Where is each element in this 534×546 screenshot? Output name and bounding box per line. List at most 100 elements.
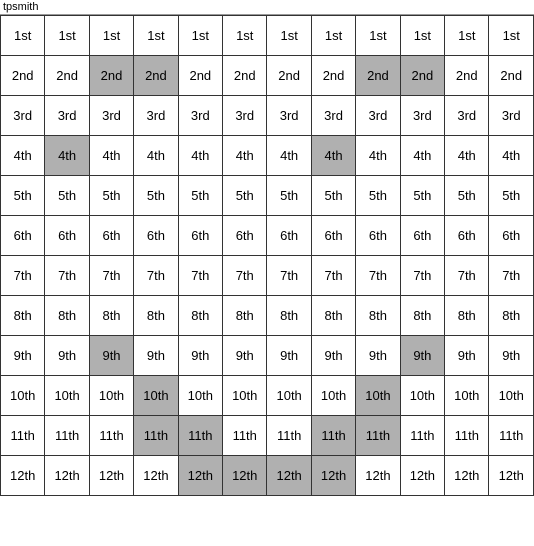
table-cell: 5th (223, 176, 267, 216)
table-cell: 8th (134, 296, 178, 336)
table-cell: 3rd (267, 96, 311, 136)
table-cell: 4th (400, 136, 444, 176)
table-cell: 4th (311, 136, 355, 176)
table-cell: 11th (356, 416, 400, 456)
table-cell: 3rd (89, 96, 133, 136)
table-cell: 7th (89, 256, 133, 296)
table-cell: 8th (400, 296, 444, 336)
table-cell: 2nd (400, 56, 444, 96)
table-cell: 2nd (89, 56, 133, 96)
table-cell: 10th (489, 376, 534, 416)
table-cell: 2nd (134, 56, 178, 96)
table-cell: 1st (45, 16, 89, 56)
table-cell: 2nd (223, 56, 267, 96)
table-cell: 8th (45, 296, 89, 336)
table-cell: 4th (1, 136, 45, 176)
table-cell: 5th (267, 176, 311, 216)
table-cell: 12th (400, 456, 444, 496)
table-cell: 10th (89, 376, 133, 416)
title-bar: tpsmith (0, 0, 534, 15)
table-cell: 7th (267, 256, 311, 296)
table-cell: 3rd (178, 96, 222, 136)
table-cell: 6th (356, 216, 400, 256)
table-cell: 7th (178, 256, 222, 296)
table-cell: 7th (445, 256, 489, 296)
table-cell: 8th (89, 296, 133, 336)
table-cell: 12th (489, 456, 534, 496)
table-cell: 2nd (445, 56, 489, 96)
table-cell: 3rd (134, 96, 178, 136)
table-cell: 11th (311, 416, 355, 456)
table-cell: 7th (223, 256, 267, 296)
table-cell: 7th (489, 256, 534, 296)
table-cell: 7th (134, 256, 178, 296)
table-cell: 1st (89, 16, 133, 56)
table-cell: 6th (89, 216, 133, 256)
table-cell: 9th (311, 336, 355, 376)
table-cell: 4th (223, 136, 267, 176)
table-cell: 12th (445, 456, 489, 496)
table-cell: 6th (223, 216, 267, 256)
table-cell: 7th (1, 256, 45, 296)
table-cell: 4th (445, 136, 489, 176)
table-cell: 12th (1, 456, 45, 496)
table-cell: 10th (134, 376, 178, 416)
table-cell: 5th (400, 176, 444, 216)
table-cell: 5th (134, 176, 178, 216)
table-cell: 12th (356, 456, 400, 496)
table-cell: 8th (445, 296, 489, 336)
table-cell: 1st (311, 16, 355, 56)
table-cell: 5th (311, 176, 355, 216)
table-cell: 7th (400, 256, 444, 296)
table-cell: 4th (489, 136, 534, 176)
table-cell: 9th (178, 336, 222, 376)
table-cell: 9th (134, 336, 178, 376)
table-cell: 3rd (223, 96, 267, 136)
table-cell: 5th (356, 176, 400, 216)
app-title: tpsmith (3, 1, 38, 13)
table-cell: 12th (311, 456, 355, 496)
table-cell: 6th (45, 216, 89, 256)
table-cell: 11th (223, 416, 267, 456)
table-cell: 10th (178, 376, 222, 416)
table-cell: 4th (178, 136, 222, 176)
table-cell: 11th (267, 416, 311, 456)
table-cell: 4th (134, 136, 178, 176)
table-cell: 11th (178, 416, 222, 456)
table-cell: 5th (1, 176, 45, 216)
table-cell: 4th (267, 136, 311, 176)
table-cell: 7th (45, 256, 89, 296)
table-cell: 10th (311, 376, 355, 416)
table-cell: 9th (89, 336, 133, 376)
table-cell: 9th (223, 336, 267, 376)
table-cell: 1st (267, 16, 311, 56)
table-cell: 5th (45, 176, 89, 216)
table-cell: 10th (223, 376, 267, 416)
table-cell: 9th (1, 336, 45, 376)
table-cell: 8th (178, 296, 222, 336)
table-cell: 11th (1, 416, 45, 456)
table-cell: 6th (400, 216, 444, 256)
table-cell: 4th (89, 136, 133, 176)
table-cell: 2nd (178, 56, 222, 96)
table-cell: 1st (489, 16, 534, 56)
table-cell: 6th (489, 216, 534, 256)
table-cell: 7th (356, 256, 400, 296)
table-cell: 5th (89, 176, 133, 216)
table-cell: 6th (1, 216, 45, 256)
table-cell: 11th (45, 416, 89, 456)
table-cell: 12th (223, 456, 267, 496)
table-cell: 2nd (267, 56, 311, 96)
table-cell: 11th (445, 416, 489, 456)
table-cell: 6th (311, 216, 355, 256)
table-cell: 6th (267, 216, 311, 256)
table-cell: 1st (223, 16, 267, 56)
table-cell: 2nd (489, 56, 534, 96)
table-cell: 6th (445, 216, 489, 256)
table-cell: 4th (45, 136, 89, 176)
table-cell: 5th (178, 176, 222, 216)
table-cell: 3rd (400, 96, 444, 136)
table-cell: 12th (178, 456, 222, 496)
table-cell: 2nd (1, 56, 45, 96)
table-cell: 2nd (311, 56, 355, 96)
